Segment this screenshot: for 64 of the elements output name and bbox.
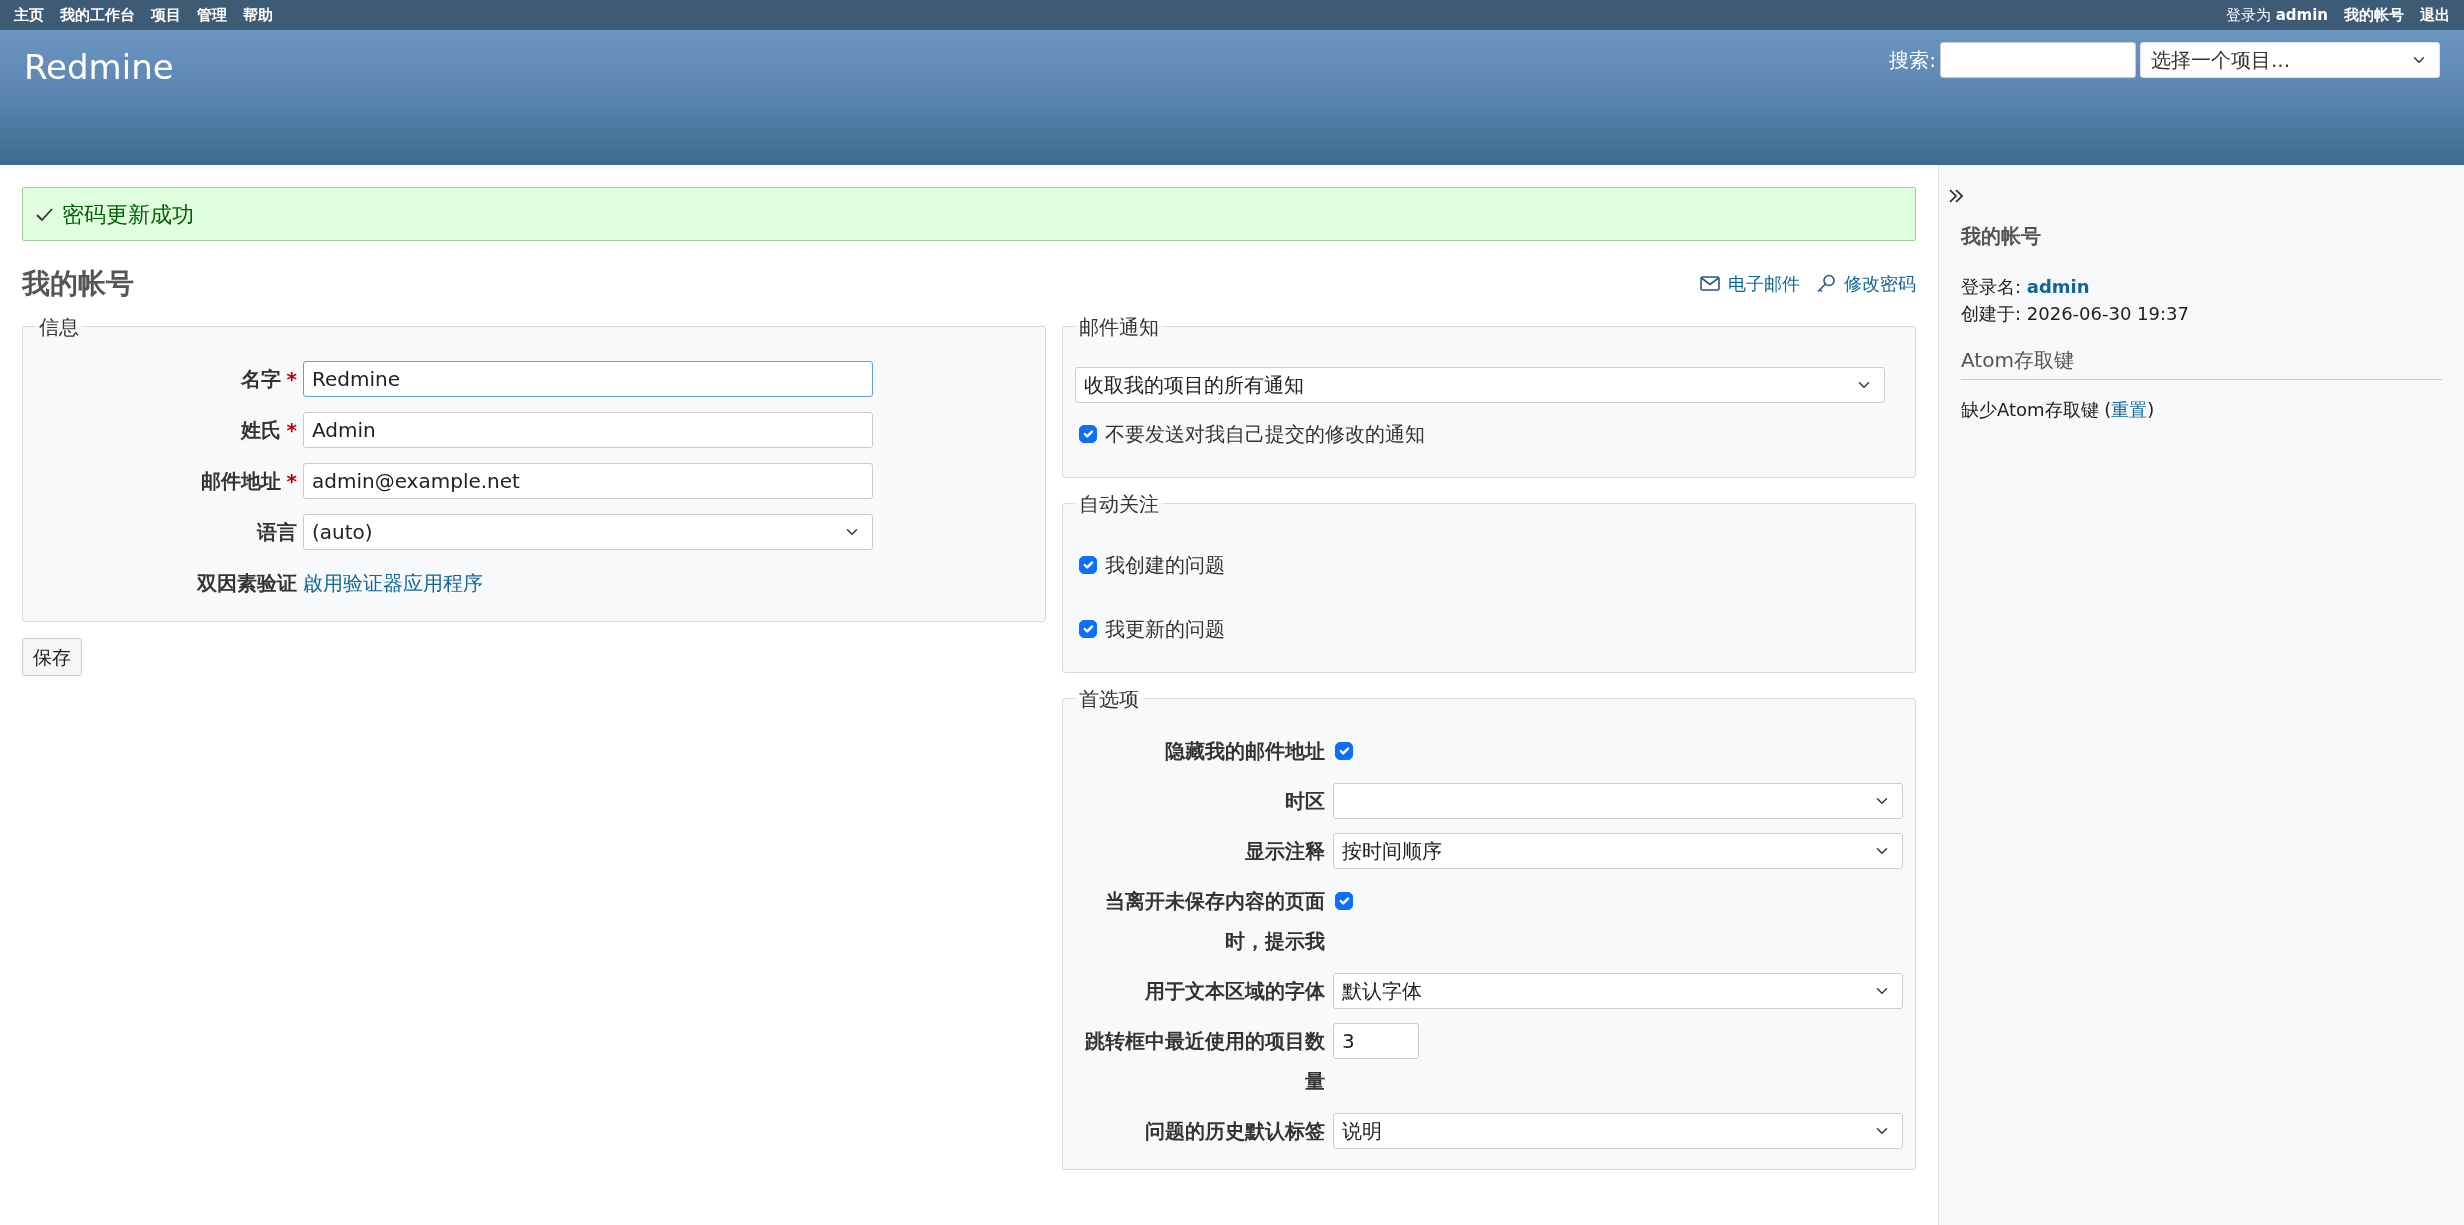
field-label: 当离开未保存内容的页面时，提示我 — [1105, 888, 1325, 953]
field-label: 语言 — [257, 519, 297, 544]
input-field[interactable]: Admin — [303, 411, 873, 448]
dropdown[interactable]: 默认字体 — [1333, 972, 1903, 1009]
required-mark: * — [286, 468, 297, 493]
menu-link[interactable]: 项目 — [151, 3, 181, 27]
sidebar-title: 我的帐号 — [1961, 223, 2042, 250]
flash-message: 密码更新成功 — [62, 200, 194, 229]
field-label: 双因素验证 — [197, 570, 297, 595]
collapse-icon[interactable] — [1949, 188, 1963, 203]
mail-icon — [1700, 274, 1720, 294]
checkbox-label: 不要发送对我自己提交的修改的通知 — [1105, 420, 1425, 448]
checkbox[interactable] — [1335, 741, 1353, 760]
menu-link[interactable]: 我的帐号 — [2344, 3, 2404, 27]
setup-link[interactable]: 啟用验证器应用程序 — [303, 567, 483, 598]
menu-link[interactable]: 退出 — [2420, 3, 2450, 27]
page-title: 我的帐号 — [22, 267, 134, 301]
field-label: 隐藏我的邮件地址 — [1165, 738, 1325, 763]
fieldset-legend: 首选项 — [1075, 688, 1143, 709]
required-mark: * — [286, 366, 297, 391]
search-field[interactable] — [1940, 42, 2136, 78]
field-label: 问题的历史默认标签 — [1145, 1118, 1325, 1143]
fieldset-legend: 邮件通知 — [1075, 316, 1163, 337]
login-name: 登录名: admin — [1961, 275, 2091, 299]
checkbox[interactable] — [1079, 424, 1097, 443]
input-field[interactable]: 3 — [1333, 1022, 1419, 1059]
checkbox[interactable] — [1079, 555, 1097, 574]
search-label: 搜索: — [1889, 47, 1936, 74]
fieldset-legend: 自动关注 — [1075, 493, 1163, 514]
dropdown[interactable]: 收取我的项目的所有通知 — [1075, 366, 1885, 403]
atom-key-heading: Atom存取键 — [1961, 345, 2442, 380]
dropdown[interactable]: 说明 — [1333, 1112, 1903, 1149]
checkbox[interactable] — [1079, 619, 1097, 638]
created-date: 创建于: 2026-06-30 19:37 — [1961, 302, 2190, 326]
field-label: 姓氏 — [240, 417, 281, 442]
action-link[interactable]: 修改密码 — [1844, 270, 1916, 298]
menu-link[interactable]: 管理 — [197, 3, 227, 27]
menu-link[interactable]: 主页 — [14, 3, 44, 27]
reset-link[interactable]: 重置 — [2111, 399, 2148, 420]
input-field[interactable]: Redmine — [303, 360, 873, 397]
field-label: 时区 — [1285, 788, 1325, 813]
field-label: 跳转框中最近使用的项目数量 — [1085, 1028, 1325, 1093]
field-label: 显示注释 — [1245, 838, 1325, 863]
field-label: 名字 — [240, 366, 281, 391]
atom-key-status: 缺少Atom存取键 (重置) — [1961, 398, 2156, 422]
field-label: 用于文本区域的字体 — [1145, 978, 1325, 1003]
user-link[interactable]: admin — [2026, 276, 2090, 297]
logged-in-user: 登录为 admin — [2225, 4, 2328, 26]
save-button[interactable]: 保存 — [22, 637, 82, 677]
menu-link[interactable]: 帮助 — [243, 3, 273, 27]
checkbox[interactable] — [1335, 891, 1353, 910]
fieldset-legend: 信息 — [35, 316, 83, 337]
site-title: Redmine — [24, 46, 174, 89]
key-icon — [1816, 274, 1836, 294]
checkbox-label: 我创建的问题 — [1105, 551, 1225, 579]
required-mark: * — [286, 417, 297, 442]
dropdown[interactable]: (auto) — [303, 513, 873, 550]
dropdown[interactable]: 按时间顺序 — [1333, 832, 1903, 869]
input-field[interactable]: admin@example.net — [303, 462, 873, 499]
action-link[interactable]: 电子邮件 — [1728, 270, 1800, 298]
project-dropdown[interactable]: 选择一个项目... — [2140, 42, 2440, 78]
menu-link[interactable]: 我的工作台 — [60, 3, 135, 27]
checkbox-label: 我更新的问题 — [1105, 615, 1225, 643]
field-label: 邮件地址 — [200, 468, 281, 493]
